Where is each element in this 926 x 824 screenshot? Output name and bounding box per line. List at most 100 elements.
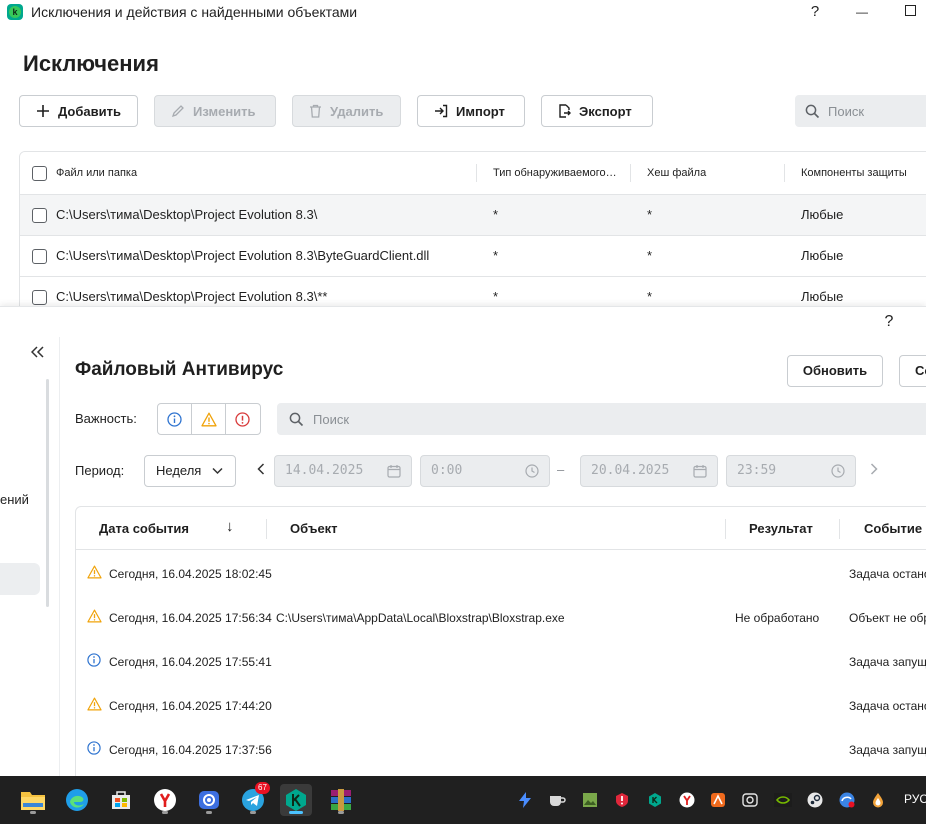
kaspersky-logo-icon: k [7, 4, 23, 20]
sidebar-item-selected[interactable] [0, 563, 40, 595]
row-components: Любые [801, 289, 844, 304]
prev-period-button[interactable] [257, 462, 265, 478]
chevron-right-icon [870, 463, 878, 475]
tray-kaspersky-icon[interactable] [645, 790, 665, 810]
column-header-file[interactable]: Файл или папка [56, 167, 137, 179]
refresh-button[interactable]: Обновить [787, 355, 883, 387]
winrar-icon [331, 789, 351, 811]
row-checkbox[interactable] [32, 290, 47, 305]
time-to-field[interactable]: 23:59 [726, 455, 856, 487]
column-header-event[interactable]: Событие [864, 521, 922, 536]
tray-cup-icon[interactable] [547, 790, 567, 810]
event-row[interactable]: Сегодня, 16.04.2025 17:44:20 Задача оста… [76, 684, 926, 728]
column-header-date[interactable]: Дата события [99, 521, 189, 536]
next-period-button[interactable] [870, 462, 878, 478]
warning-icon [87, 565, 102, 579]
column-header-type[interactable]: Тип обнаруживаемого… [493, 167, 617, 179]
severity-warning-button[interactable] [192, 404, 226, 434]
tray-drop-icon[interactable] [868, 790, 888, 810]
taskbar-kaspersky[interactable] [280, 784, 312, 816]
column-header-result[interactable]: Результат [749, 521, 813, 536]
period-label: Период: [75, 463, 125, 478]
select-all-checkbox[interactable] [32, 166, 47, 181]
date-to-value: 20.04.2025 [591, 463, 670, 478]
import-button[interactable]: Импорт [417, 95, 525, 127]
minimize-button[interactable]: — [842, 0, 882, 24]
help-button[interactable]: ? [877, 313, 901, 331]
sidebar-item-label[interactable]: ений [0, 492, 29, 507]
events-search-input[interactable]: Поиск [277, 403, 926, 435]
search-icon [805, 104, 820, 118]
add-button[interactable]: Добавить [19, 95, 138, 127]
row-type: * [493, 248, 499, 263]
date-from-value: 14.04.2025 [285, 463, 364, 478]
table-row[interactable]: C:\Users\тима\Desktop\Project Evolution … [20, 236, 926, 277]
sort-descending-icon[interactable]: ↓ [226, 518, 234, 535]
row-checkbox[interactable] [32, 249, 47, 264]
chevron-left-icon [257, 463, 265, 475]
period-select[interactable]: Неделя [144, 455, 236, 487]
event-date: Сегодня, 16.04.2025 18:02:45 [109, 567, 272, 581]
events-table-header: Дата события ↓ Объект Результат Событие [76, 507, 926, 550]
event-row[interactable]: Сегодня, 16.04.2025 17:37:56 Задача запу… [76, 728, 926, 772]
event-row[interactable]: Сегодня, 16.04.2025 17:56:34 C:\Users\ти… [76, 596, 926, 640]
edit-button[interactable]: Изменить [154, 95, 276, 127]
time-from-field[interactable]: 0:00 [420, 455, 550, 487]
severity-critical-button[interactable] [226, 404, 260, 434]
row-hash: * [647, 289, 653, 304]
taskbar-telegram[interactable]: 67 [237, 782, 270, 816]
tray-nvidia-icon[interactable] [773, 790, 793, 810]
input-language-indicator[interactable]: РУС [904, 792, 926, 806]
next-toolbar-button[interactable]: Со [899, 355, 926, 387]
event-row[interactable]: Сегодня, 16.04.2025 17:55:41 Задача запу… [76, 640, 926, 684]
event-description: Задача останов [849, 567, 926, 581]
kaspersky-icon [286, 789, 306, 811]
date-to-field[interactable]: 20.04.2025 [580, 455, 718, 487]
event-row[interactable]: Сегодня, 16.04.2025 18:02:45 Задача оста… [76, 552, 926, 596]
tray-orange-app-icon[interactable] [708, 790, 728, 810]
severity-info-button[interactable] [158, 404, 192, 434]
column-header-components[interactable]: Компоненты защиты [801, 167, 907, 179]
row-hash: * [647, 207, 653, 222]
tray-yandex-icon[interactable] [677, 790, 697, 810]
event-date: Сегодня, 16.04.2025 17:56:34 [109, 611, 272, 625]
search-icon [289, 412, 304, 426]
exclusions-window: k Исключения и действия с найденными объ… [0, 0, 926, 306]
taskbar-capture-tool[interactable] [193, 784, 225, 816]
collapse-sidebar-button[interactable] [30, 345, 45, 363]
warning-icon [200, 412, 217, 426]
delete-button[interactable]: Удалить [292, 95, 401, 127]
tray-image-icon[interactable] [580, 790, 600, 810]
sidebar-scrollbar[interactable] [46, 379, 49, 607]
search-input[interactable]: Поиск [795, 95, 926, 127]
info-icon [87, 741, 101, 755]
taskbar-edge[interactable] [61, 784, 93, 816]
table-row[interactable]: C:\Users\тима\Desktop\Project Evolution … [20, 195, 926, 236]
row-checkbox[interactable] [32, 208, 47, 223]
taskbar-store[interactable] [105, 784, 137, 816]
tray-alert-icon[interactable] [612, 790, 632, 810]
help-button[interactable]: ? [795, 0, 835, 24]
tray-steam-icon[interactable] [805, 790, 825, 810]
row-path: C:\Users\тима\Desktop\Project Evolution … [56, 207, 318, 222]
severity-label: Важность: [75, 411, 137, 426]
delete-button-label: Удалить [330, 103, 384, 119]
tray-capture-icon[interactable] [740, 790, 760, 810]
column-header-hash[interactable]: Хеш файла [647, 167, 706, 179]
table-row[interactable]: C:\Users\тима\Desktop\Project Evolution … [20, 277, 926, 306]
maximize-button[interactable] [890, 0, 926, 24]
taskbar-yandex-browser[interactable] [149, 784, 181, 816]
taskbar-file-explorer[interactable] [17, 784, 49, 816]
edge-icon [66, 789, 88, 811]
tray-bolt-icon[interactable] [515, 790, 535, 810]
date-from-field[interactable]: 14.04.2025 [274, 455, 412, 487]
export-button[interactable]: Экспорт [541, 95, 653, 127]
alert-circle-icon [235, 411, 251, 427]
event-date: Сегодня, 16.04.2025 17:37:56 [109, 743, 272, 757]
warning-icon [87, 697, 102, 711]
row-type: * [493, 207, 499, 222]
table-header: Файл или папка Тип обнаруживаемого… Хеш … [20, 152, 926, 195]
column-header-object[interactable]: Объект [290, 521, 338, 536]
tray-browser-icon[interactable] [837, 790, 857, 810]
taskbar-winrar[interactable] [325, 784, 357, 816]
